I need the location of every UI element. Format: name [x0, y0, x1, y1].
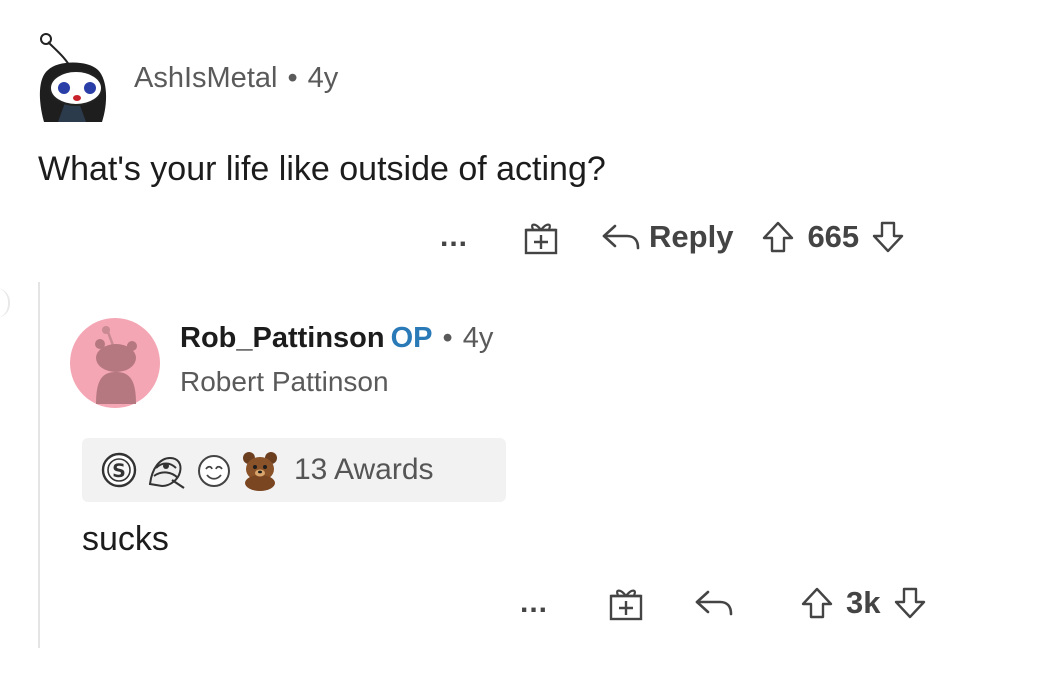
- awards-count: 13 Awards: [294, 453, 434, 486]
- gift-add-icon: [524, 223, 558, 255]
- vote-control: 665: [761, 219, 905, 255]
- hugz-award-icon: [144, 450, 188, 490]
- reply-action-bar: ... 3k: [520, 578, 927, 628]
- reply-button[interactable]: [694, 588, 742, 618]
- reply-button[interactable]: Reply: [601, 219, 733, 255]
- op-badge: OP: [390, 322, 433, 354]
- downvote-arrow-icon[interactable]: [893, 586, 927, 620]
- reply-body: sucks: [82, 520, 169, 558]
- awards-bar[interactable]: S 13 Awards: [82, 438, 506, 502]
- reply-label: Reply: [649, 219, 734, 254]
- bear-award-icon: [240, 449, 280, 491]
- meta-separator: •: [287, 62, 298, 94]
- vote-control: 3k: [800, 585, 926, 621]
- wholesome-award-icon: [194, 451, 234, 489]
- comment-meta: AshIsMetal • 4y: [134, 62, 338, 95]
- avatar[interactable]: [36, 30, 108, 128]
- reply-arrow-icon: [602, 224, 640, 250]
- comment-action-bar: ... Reply 665: [440, 212, 905, 262]
- vote-score: 3k: [846, 585, 881, 620]
- reply-age: 4y: [462, 322, 494, 354]
- give-award-button[interactable]: [523, 218, 559, 256]
- comment-age: 4y: [307, 62, 339, 94]
- gift-add-icon: [609, 589, 643, 621]
- avatar[interactable]: [70, 318, 160, 408]
- thread-line[interactable]: [38, 282, 40, 648]
- comment-body: What's your life like outside of acting?: [38, 150, 606, 188]
- vote-score: 665: [807, 219, 860, 254]
- reply-meta: Rob_Pattinson OP • 4y: [180, 322, 493, 355]
- give-award-button[interactable]: [608, 584, 644, 622]
- svg-text:S: S: [112, 460, 126, 482]
- edge-decoration: [0, 288, 10, 318]
- comment-author[interactable]: AshIsMetal: [134, 62, 277, 94]
- user-flair: Robert Pattinson: [180, 366, 389, 397]
- more-options-button[interactable]: ...: [440, 220, 468, 254]
- reply-arrow-icon: [695, 590, 733, 616]
- upvote-arrow-icon[interactable]: [761, 220, 795, 254]
- more-options-button[interactable]: ...: [520, 586, 548, 620]
- silver-award-icon: S: [100, 451, 138, 489]
- comment-thread: AshIsMetal • 4y What's your life like outs…: [0, 0, 1037, 680]
- upvote-arrow-icon[interactable]: [800, 586, 834, 620]
- downvote-arrow-icon[interactable]: [871, 220, 905, 254]
- reply-author[interactable]: Rob_Pattinson: [180, 322, 385, 354]
- meta-separator: •: [442, 322, 453, 354]
